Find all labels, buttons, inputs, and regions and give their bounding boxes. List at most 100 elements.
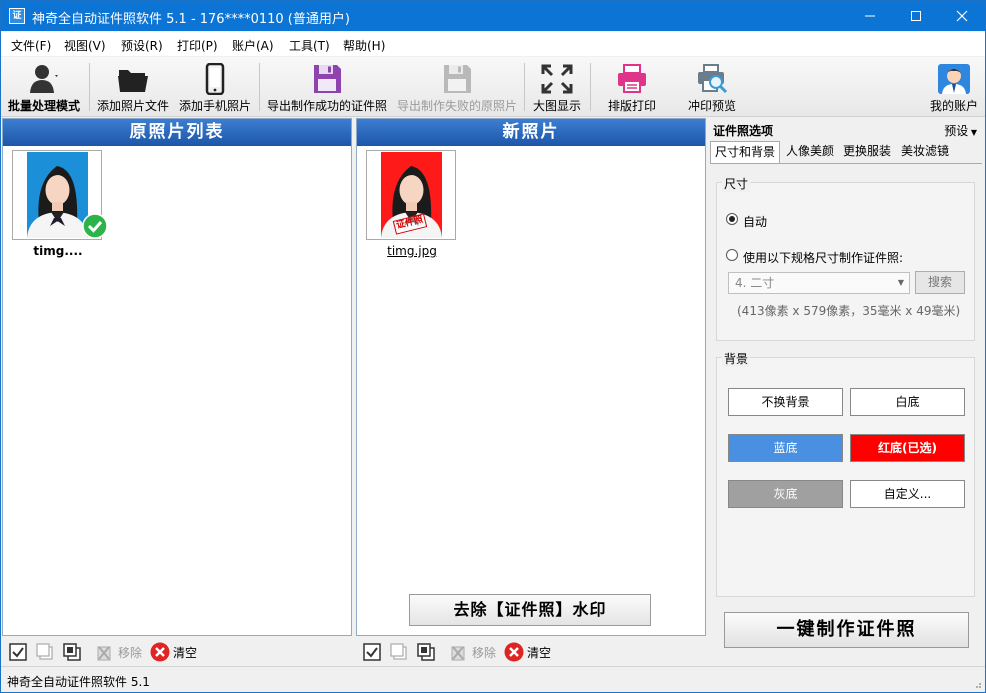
status-bar: 神奇全自动证件照软件 5.1 [1, 666, 985, 692]
original-photo-panel: 原照片列表 timg.... [2, 118, 352, 636]
maximize-button[interactable] [893, 1, 939, 31]
red-bg-button[interactable]: 红底(已选) [850, 434, 965, 462]
preset-dropdown[interactable]: 预设 ▼ [944, 122, 977, 139]
custom-bg-button[interactable]: 自定义... [850, 480, 965, 508]
clear-icon[interactable] [150, 642, 170, 662]
big-view-label: 大图显示 [532, 99, 581, 113]
batch-mode-button[interactable]: 批量处理模式 [5, 57, 83, 117]
size-select-value: 4. 二寸 [735, 276, 775, 290]
add-file-label: 添加照片文件 [96, 99, 169, 113]
clear-label[interactable]: 清空 [527, 644, 551, 661]
my-account-button[interactable]: 我的账户 [923, 57, 985, 117]
export-failed-button[interactable]: 导出制作失败的原照片 [393, 57, 521, 117]
maximize-icon [911, 11, 921, 21]
tab-makeup-filter[interactable]: 美妆滤镜 [897, 141, 953, 163]
toolbar-separator [259, 63, 260, 111]
add-phone-label: 添加手机照片 [178, 99, 251, 113]
new-photo-name: timg.jpg [387, 244, 437, 258]
size-group-label: 尺寸 [722, 175, 751, 192]
big-view-button[interactable]: 大图显示 [527, 57, 587, 117]
menu-preset[interactable]: 预设(R) [121, 37, 163, 54]
toolbar-separator [590, 63, 591, 111]
export-success-button[interactable]: 导出制作成功的证件照 [263, 57, 391, 117]
blue-bg-button[interactable]: 蓝底 [728, 434, 843, 462]
save-icon [444, 65, 471, 93]
menu-help[interactable]: 帮助(H) [343, 37, 385, 54]
my-account-label: 我的账户 [929, 99, 978, 113]
tab-size-background[interactable]: 尺寸和背景 [710, 141, 781, 163]
minimize-button[interactable] [847, 1, 893, 31]
deselect-icon[interactable] [390, 643, 408, 661]
custom-size-label[interactable]: 使用以下规格尺寸制作证件照: [743, 249, 903, 266]
select-all-icon[interactable] [9, 643, 27, 661]
folder-icon [118, 70, 148, 92]
add-phone-button[interactable]: 添加手机照片 [176, 57, 254, 117]
background-group-label: 背景 [722, 350, 751, 367]
tab-clothing[interactable]: 更换服装 [839, 141, 895, 163]
layout-print-button[interactable]: 排版打印 [599, 57, 665, 117]
print-preview-icon [698, 64, 728, 94]
phone-icon [205, 63, 225, 95]
portrait-photo-red: 证件照 [381, 152, 442, 238]
original-photo-thumb[interactable] [12, 150, 108, 240]
new-photo-thumb[interactable]: 证件照 [366, 150, 456, 240]
toolbar: 批量处理模式 添加照片文件 添加手机照片 导出制作成功的证件照 导出制作失败的原… [1, 57, 985, 117]
remove-icon[interactable] [95, 643, 113, 661]
menu-tools[interactable]: 工具(T) [289, 37, 330, 54]
toolbar-separator [524, 63, 525, 111]
gray-bg-button[interactable]: 灰底 [728, 480, 843, 508]
invert-selection-icon[interactable] [417, 643, 435, 661]
menu-view[interactable]: 视图(V) [64, 37, 106, 54]
window-title: 神奇全自动证件照软件 5.1 - 176****0110 (普通用户) [32, 12, 350, 27]
menu-account[interactable]: 账户(A) [232, 37, 274, 54]
no-change-bg-button[interactable]: 不换背景 [728, 388, 843, 416]
size-search-button[interactable]: 搜索 [915, 271, 965, 294]
deselect-icon[interactable] [36, 643, 54, 661]
save-icon [314, 65, 341, 93]
portrait-image [27, 166, 88, 238]
original-panel-actions: 移除 清空 [2, 636, 352, 666]
remove-watermark-button[interactable]: 去除【证件照】水印 [409, 594, 651, 626]
title-bar[interactable]: 证 神奇全自动证件照软件 5.1 - 176****0110 (普通用户) [1, 1, 985, 31]
original-photo-name: timg.... [33, 244, 83, 258]
export-failed-label: 导出制作失败的原照片 [396, 99, 517, 113]
app-window: 证 神奇全自动证件照软件 5.1 - 176****0110 (普通用户) 文件… [0, 0, 986, 693]
new-panel-actions: 移除 清空 [356, 636, 706, 666]
size-info: (413像素 x 579像素，35毫米 x 49毫米) [737, 304, 961, 318]
close-button[interactable] [939, 1, 985, 31]
print-preview-label: 冲印预览 [687, 99, 736, 113]
size-select[interactable]: 4. 二寸 ▼ [728, 272, 910, 294]
new-photo-panel: 新照片 证件照 timg.jpg [356, 118, 706, 636]
remove-label[interactable]: 移除 [472, 644, 496, 661]
auto-size-radio[interactable] [726, 213, 738, 225]
auto-size-label[interactable]: 自动 [743, 213, 767, 230]
menu-file[interactable]: 文件(F) [11, 37, 51, 54]
expand-icon [541, 64, 573, 94]
chevron-down-icon: ▼ [897, 278, 904, 287]
invert-selection-icon[interactable] [63, 643, 81, 661]
select-all-icon[interactable] [363, 643, 381, 661]
white-bg-button[interactable]: 白底 [850, 388, 965, 416]
add-file-button[interactable]: 添加照片文件 [94, 57, 172, 117]
clear-label[interactable]: 清空 [173, 644, 197, 661]
preset-label: 预设 [944, 124, 969, 138]
make-id-photo-button[interactable]: 一键制作证件照 [724, 612, 969, 648]
toolbar-separator [89, 63, 90, 111]
tab-beauty[interactable]: 人像美颜 [782, 141, 838, 163]
success-check-icon [82, 213, 108, 239]
printer-icon [618, 64, 646, 93]
options-title: 证件照选项 [713, 124, 774, 138]
resize-grip-icon[interactable] [972, 679, 982, 689]
custom-size-radio[interactable] [726, 249, 738, 261]
remove-icon[interactable] [449, 643, 467, 661]
minimize-icon [865, 15, 875, 17]
layout-print-label: 排版打印 [607, 99, 656, 113]
menu-print[interactable]: 打印(P) [177, 37, 218, 54]
clear-icon[interactable] [504, 642, 524, 662]
tab-divider [710, 163, 982, 164]
remove-label[interactable]: 移除 [118, 644, 142, 661]
new-panel-title: 新照片 [357, 119, 705, 146]
print-preview-button[interactable]: 冲印预览 [679, 57, 745, 117]
export-success-label: 导出制作成功的证件照 [266, 99, 387, 113]
status-text: 神奇全自动证件照软件 5.1 [7, 675, 150, 689]
